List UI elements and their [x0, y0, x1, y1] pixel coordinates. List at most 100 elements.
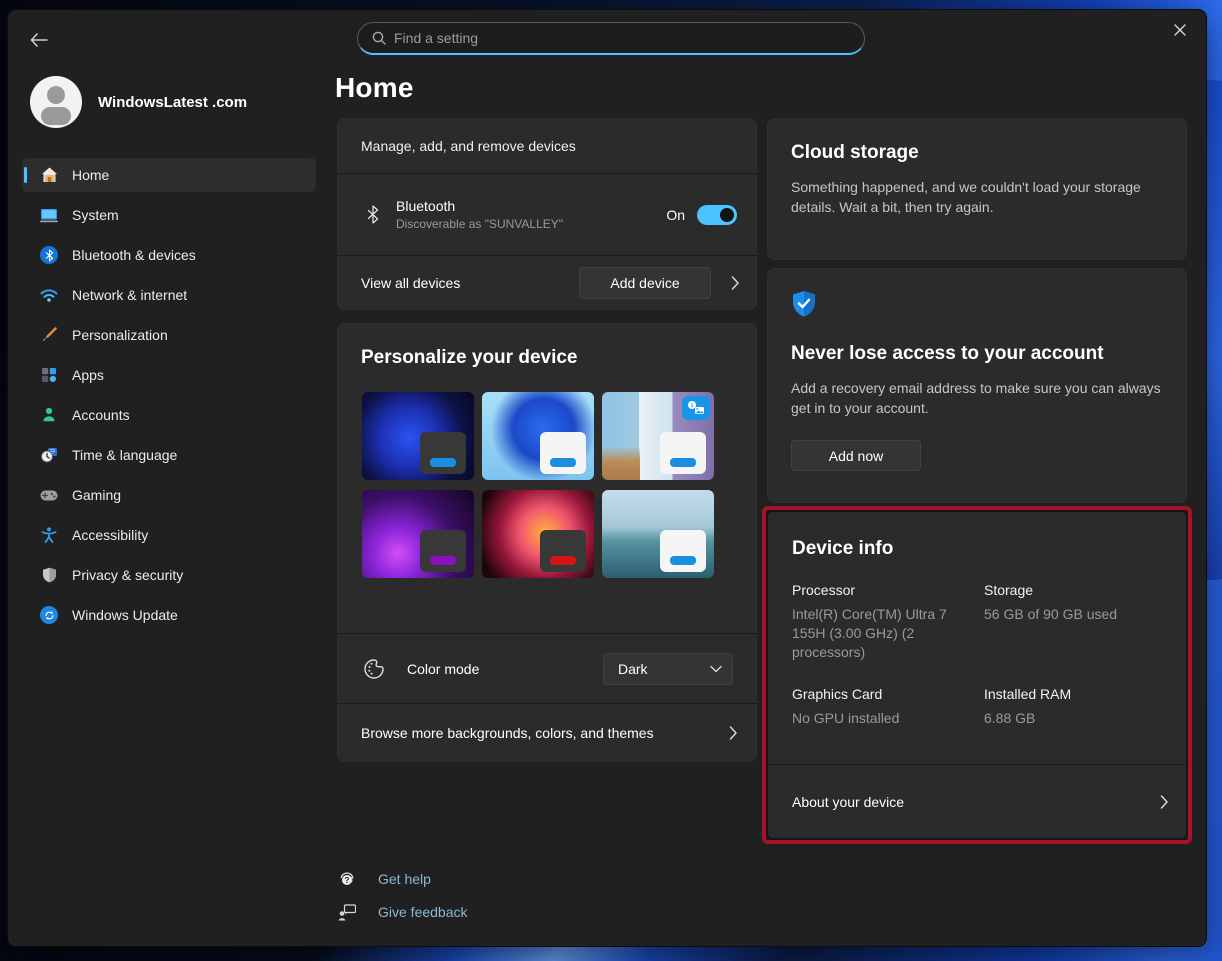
sidebar-item-home[interactable]: Home [22, 158, 316, 192]
device-info-field-storage: Storage 56 GB of 90 GB used [984, 582, 1162, 662]
sidebar-item-personalization[interactable]: Personalization [22, 318, 316, 352]
device-info-field-processor: Processor Intel(R) Core(TM) Ultra 7 155H… [792, 582, 984, 662]
theme-preview-overlay [420, 432, 466, 474]
search-input[interactable] [394, 30, 852, 46]
gaming-icon [38, 486, 60, 504]
bluetooth-row: Bluetooth Discoverable as "SUNVALLEY" On [337, 173, 757, 255]
view-all-devices-row[interactable]: View all devices Add device [337, 255, 757, 310]
manage-devices-row[interactable]: Manage, add, and remove devices [337, 118, 757, 173]
browse-themes-row[interactable]: Browse more backgrounds, colors, and the… [337, 703, 757, 762]
color-mode-label: Color mode [407, 661, 479, 677]
bluetooth-toggle[interactable] [697, 205, 737, 225]
chevron-right-icon [1160, 795, 1168, 809]
sidebar-item-apps[interactable]: Apps [22, 358, 316, 392]
theme-thumbnail-1[interactable] [362, 392, 474, 480]
sidebar-item-accounts[interactable]: Accounts [22, 398, 316, 432]
device-info-highlight: Device info Processor Intel(R) Core(TM) … [762, 506, 1192, 844]
chevron-down-icon [710, 665, 722, 673]
settings-window: WindowsLatest .com Home System Bluetooth… [8, 10, 1206, 946]
device-info-field-ram: Installed RAM 6.88 GB [984, 686, 1162, 728]
accessibility-icon [38, 526, 60, 544]
sidebar-item-label: System [72, 207, 119, 223]
sidebar-item-accessibility[interactable]: Accessibility [22, 518, 316, 552]
sidebar-item-label: Home [72, 167, 109, 183]
back-button[interactable] [24, 26, 54, 54]
windows-update-icon [38, 606, 60, 624]
device-info-card: Device info Processor Intel(R) Core(TM) … [768, 512, 1186, 838]
bluetooth-icon [38, 246, 60, 264]
shield-check-icon [791, 290, 817, 318]
sidebar-item-label: Accessibility [72, 527, 148, 543]
chevron-right-icon [731, 276, 739, 290]
bluetooth-toggle-state: On [666, 207, 685, 223]
cloud-storage-title: Cloud storage [791, 142, 1163, 164]
search-box[interactable] [357, 22, 865, 55]
sidebar-item-windows-update[interactable]: Windows Update [22, 598, 316, 632]
give-feedback-icon [337, 904, 357, 921]
bluetooth-glyph-icon [367, 205, 379, 224]
profile-name: WindowsLatest .com [98, 94, 247, 111]
page-title: Home [335, 72, 414, 104]
color-mode-row: Color mode Dark [337, 633, 757, 703]
accounts-icon [38, 406, 60, 424]
sidebar-item-label: Personalization [72, 327, 168, 343]
sidebar-item-privacy-security[interactable]: Privacy & security [22, 558, 316, 592]
avatar [30, 76, 82, 128]
theme-thumbnail-6[interactable] [602, 490, 714, 578]
spotlight-info-icon [682, 396, 710, 420]
bluetooth-description: Discoverable as "SUNVALLEY" [396, 217, 563, 231]
add-device-button[interactable]: Add device [579, 267, 711, 299]
personalize-card-group: Personalize your device [337, 323, 757, 762]
sidebar-item-label: Gaming [72, 487, 121, 503]
personalize-title: Personalize your device [361, 347, 733, 369]
sidebar-item-network-internet[interactable]: Network & internet [22, 278, 316, 312]
theme-preview-overlay [660, 530, 706, 572]
profile[interactable]: WindowsLatest .com [30, 76, 247, 128]
get-help-link[interactable]: ? Get help [337, 866, 431, 892]
device-info-grid: Processor Intel(R) Core(TM) Ultra 7 155H… [792, 582, 1162, 728]
theme-thumbnail-grid [362, 392, 733, 578]
give-feedback-label: Give feedback [378, 904, 468, 920]
browse-themes-label: Browse more backgrounds, colors, and the… [361, 725, 654, 741]
sidebar-item-label: Time & language [72, 447, 177, 463]
privacy-icon [38, 566, 60, 584]
sidebar-nav: Home System Bluetooth & devices Network … [22, 158, 316, 638]
theme-preview-overlay [540, 432, 586, 474]
back-arrow-icon [30, 33, 48, 47]
sidebar-item-label: Bluetooth & devices [72, 247, 196, 263]
sidebar-item-label: Privacy & security [72, 567, 183, 583]
sidebar-item-system[interactable]: System [22, 198, 316, 232]
get-help-icon: ? [337, 870, 357, 888]
about-your-device-row[interactable]: About your device [768, 764, 1186, 838]
palette-icon [363, 658, 385, 680]
theme-thumbnail-3[interactable] [602, 392, 714, 480]
theme-thumbnail-5[interactable] [482, 490, 594, 578]
theme-thumbnail-2[interactable] [482, 392, 594, 480]
color-mode-value: Dark [618, 661, 648, 677]
sidebar-item-gaming[interactable]: Gaming [22, 478, 316, 512]
close-button[interactable] [1158, 14, 1202, 46]
theme-preview-overlay [540, 530, 586, 572]
toggle-knob [720, 208, 734, 222]
selected-accent-bar [24, 167, 27, 183]
home-icon [38, 166, 60, 184]
device-info-title: Device info [792, 538, 1162, 560]
view-all-devices-label: View all devices [361, 275, 460, 291]
color-mode-dropdown[interactable]: Dark [603, 653, 733, 685]
theme-preview-overlay [420, 530, 466, 572]
cloud-storage-card: Cloud storage Something happened, and we… [767, 118, 1187, 260]
personalization-icon [38, 326, 60, 344]
device-info-field-graphics: Graphics Card No GPU installed [792, 686, 984, 728]
get-help-label: Get help [378, 871, 431, 887]
sidebar-item-bluetooth-devices[interactable]: Bluetooth & devices [22, 238, 316, 272]
search-icon [372, 31, 386, 45]
system-icon [38, 206, 60, 224]
add-now-button[interactable]: Add now [791, 440, 921, 471]
sidebar-item-time-language[interactable]: Time & language [22, 438, 316, 472]
account-recovery-title: Never lose access to your account [791, 343, 1163, 365]
network-icon [38, 286, 60, 304]
sidebar-item-label: Windows Update [72, 607, 178, 623]
theme-thumbnail-4[interactable] [362, 490, 474, 578]
give-feedback-link[interactable]: Give feedback [337, 899, 468, 925]
manage-devices-label: Manage, add, and remove devices [361, 138, 576, 154]
